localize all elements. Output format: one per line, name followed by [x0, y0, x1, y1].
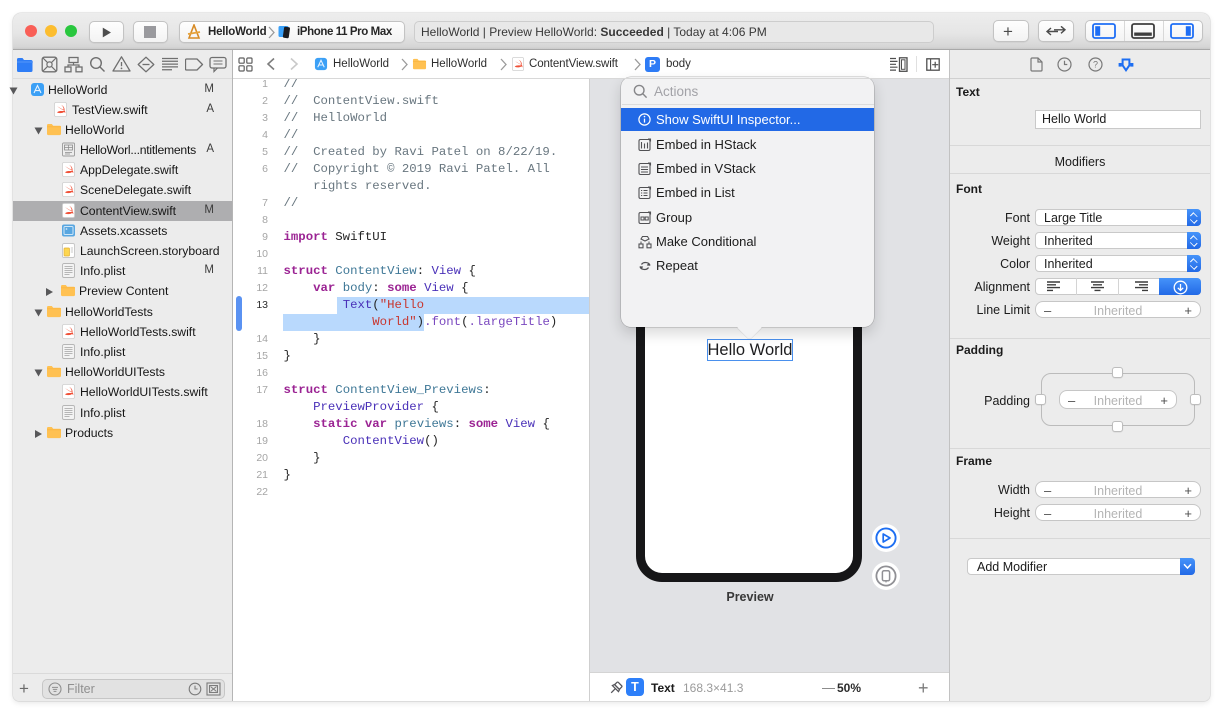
svg-text:?: ? — [1093, 60, 1098, 70]
